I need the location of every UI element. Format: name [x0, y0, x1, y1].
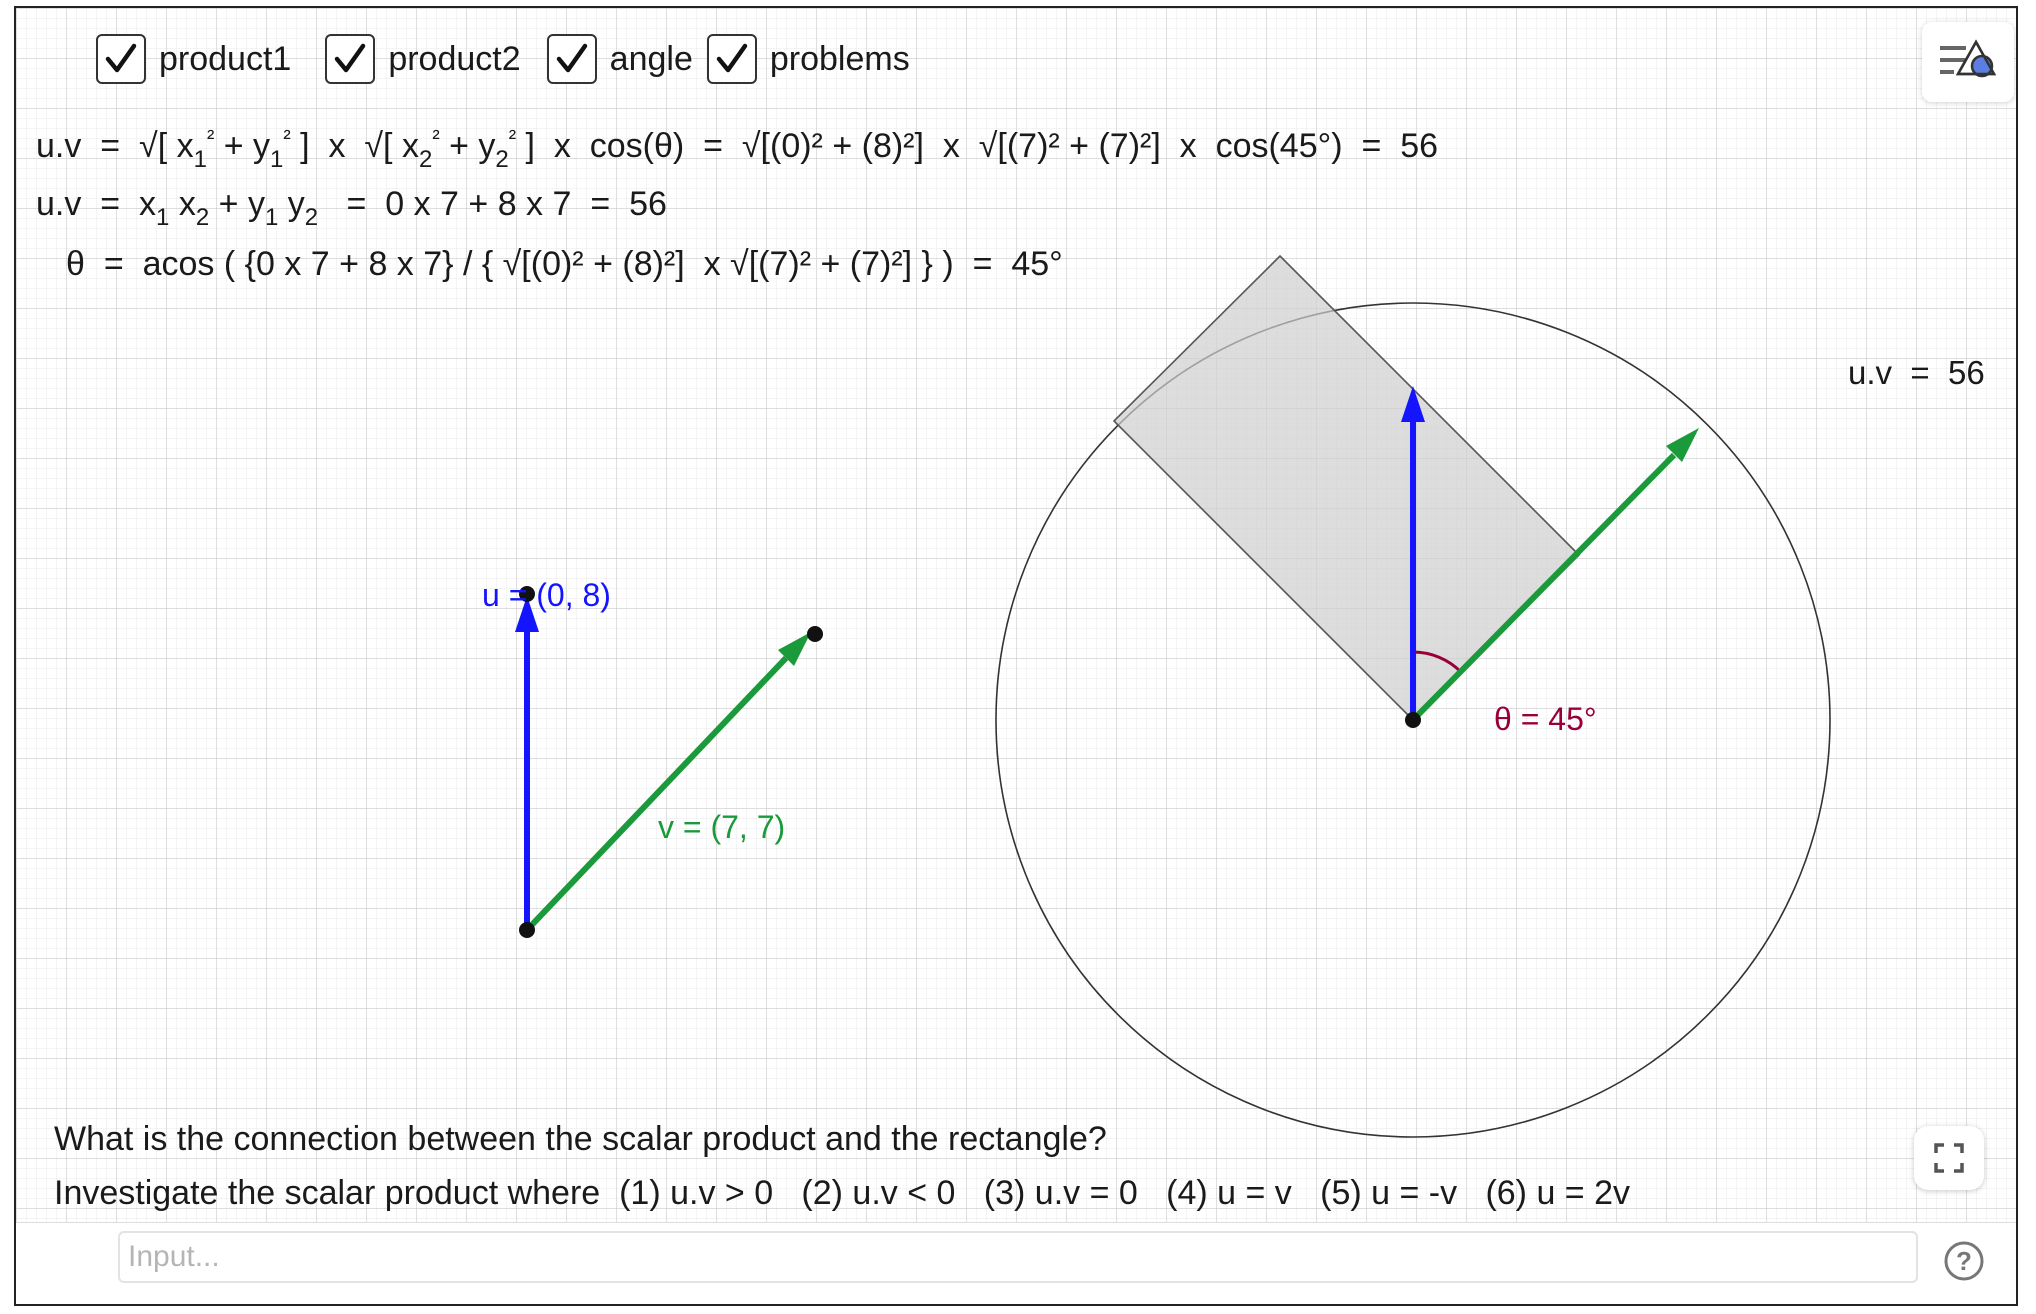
fullscreen-button[interactable]	[1914, 1126, 1984, 1190]
input-bar: ?	[16, 1222, 2016, 1304]
checkbox-label: product2	[388, 39, 521, 78]
checkbox-label: problems	[769, 39, 910, 78]
origin-point-left[interactable]	[519, 922, 535, 938]
checkbox-product1[interactable]: product1	[96, 34, 291, 84]
point-v[interactable]	[807, 626, 823, 642]
question-text: What is the connection between the scala…	[54, 1120, 1107, 1158]
check-icon[interactable]	[96, 34, 146, 84]
checkbox-angle[interactable]: angle	[546, 34, 693, 84]
label-v: v = (7, 7)	[658, 809, 785, 845]
origin-point-right[interactable]	[1405, 712, 1421, 728]
check-icon[interactable]	[325, 34, 376, 84]
investigate-text: Investigate the scalar product where (1)…	[54, 1174, 1631, 1212]
algebra-menu-button[interactable]	[1922, 22, 2014, 102]
check-icon[interactable]	[546, 34, 597, 84]
label-angle: θ = 45°	[1494, 701, 1597, 737]
geogebra-applet: u = (0, 8) v = (7, 7) θ = 45° u.v = 56 p…	[14, 6, 2018, 1306]
algebra-menu-icon	[1940, 39, 1997, 78]
formula-product1: u.v = √[ x1² + y1² ] x √[ x2² + y2² ] x …	[36, 125, 1439, 173]
svg-text:?: ?	[1956, 1246, 1972, 1276]
help-icon[interactable]: ?	[1942, 1239, 1986, 1283]
formula-product2: u.v = x1 x2 + y1 y2 = 0 x 7 + 8 x 7 = 56	[36, 185, 667, 231]
checkbox-label: product1	[159, 39, 292, 78]
label-dot-product: u.v = 56	[1848, 354, 1985, 391]
label-u: u = (0, 8)	[482, 577, 611, 613]
checkbox-toolbar: product1 product2 angle problems	[96, 28, 928, 90]
check-icon[interactable]	[706, 34, 757, 84]
formula-angle: θ = acos ( {0 x 7 + 8 x 7} / { √[(0)² + …	[66, 245, 1063, 283]
algebra-input[interactable]	[118, 1231, 1918, 1283]
checkbox-label: angle	[609, 39, 693, 78]
checkbox-product2[interactable]: product2	[325, 34, 521, 84]
checkbox-problems[interactable]: problems	[706, 34, 910, 84]
fullscreen-icon	[1934, 1143, 1964, 1173]
